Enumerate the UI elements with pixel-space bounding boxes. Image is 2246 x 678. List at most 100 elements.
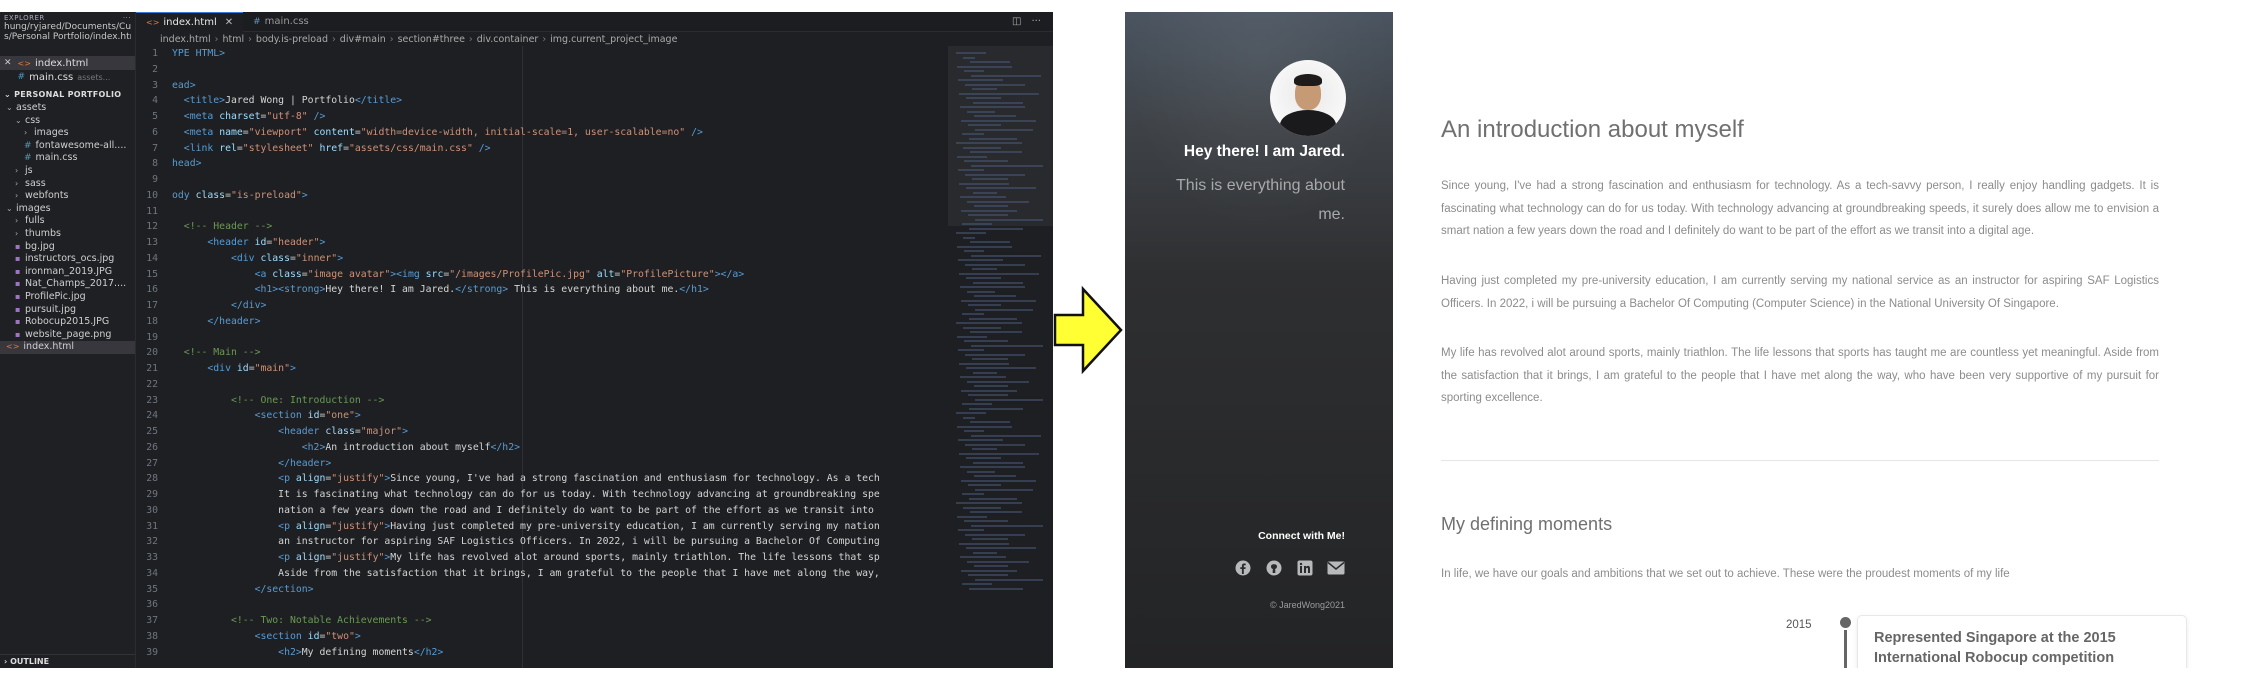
chevron-right-icon: › <box>248 33 252 45</box>
code-line[interactable]: 22 <box>136 377 956 393</box>
code-line[interactable]: 20 <!-- Main --> <box>136 345 956 361</box>
code-token: "is-preload" <box>231 189 302 201</box>
code-line[interactable]: 24 <section id="one"> <box>136 408 956 424</box>
minimap-line <box>958 259 1003 261</box>
more-actions-icon[interactable]: ··· <box>123 14 131 22</box>
code-line[interactable]: 4 <title>Jared Wong | Portfolio</title> <box>136 93 956 109</box>
code-line[interactable]: 39 <h2>My defining moments</h2> <box>136 645 956 661</box>
timeline-card[interactable]: Represented Singapore at the 2015 Intern… <box>1857 615 2187 668</box>
code-line[interactable]: 13 <header id="header"> <box>136 235 956 251</box>
envelope-icon[interactable] <box>1327 559 1345 577</box>
breadcrumb-item[interactable]: section#three <box>398 34 465 45</box>
tree-folder[interactable]: ⌄ assets <box>0 102 135 115</box>
code-line[interactable]: 3 ead> <box>136 78 956 94</box>
code-line[interactable]: 5 <meta charset="utf-8" /> <box>136 109 956 125</box>
line-text: <link rel="stylesheet" href="assets/css/… <box>172 141 491 157</box>
tree-folder[interactable]: › images <box>0 127 135 140</box>
tree-file[interactable]: ▪ Nat_Champs_2017.... <box>0 278 135 291</box>
more-actions-icon[interactable]: ··· <box>1031 16 1041 27</box>
code-line[interactable]: 10 ody class="is-preload"> <box>136 188 956 204</box>
close-tab-icon[interactable]: ✕ <box>225 17 233 28</box>
tree-file[interactable]: ▪ instructors_ocs.jpg <box>0 253 135 266</box>
minimap-line <box>968 124 1001 126</box>
code-line[interactable]: 35 </section> <box>136 582 956 598</box>
code-line[interactable]: 31 <p align="justify">Having just comple… <box>136 519 956 535</box>
tab-main-css[interactable]: # main.css <box>243 12 319 32</box>
code-line[interactable]: 11 <box>136 204 956 220</box>
code-line[interactable]: 16 <h1><strong>Hey there! I am Jared.</s… <box>136 282 956 298</box>
code-line[interactable]: 26 <h2>An introduction about myself</h2> <box>136 440 956 456</box>
tree-file[interactable]: ▪ Robocup2015.JPG <box>0 316 135 329</box>
code-line[interactable]: 7 <link rel="stylesheet" href="assets/cs… <box>136 141 956 157</box>
code-line[interactable]: 15 <a class="image avatar"><img src="/im… <box>136 267 956 283</box>
code-line[interactable]: 28 <p align="justify">Since young, I've … <box>136 471 956 487</box>
code-line[interactable]: 6 <meta name="viewport" content="width=d… <box>136 125 956 141</box>
tree-file[interactable]: ▪ bg.jpg <box>0 241 135 254</box>
breadcrumb-item[interactable]: div#main <box>340 34 386 45</box>
tree-folder[interactable]: › js <box>0 165 135 178</box>
code-line[interactable]: 25 <header class="major"> <box>136 424 956 440</box>
tab-index-html[interactable]: <> index.html ✕ <box>136 12 244 32</box>
minimap[interactable] <box>948 46 1053 668</box>
minimap-viewport[interactable] <box>948 46 1053 226</box>
code-line[interactable]: 36 <box>136 597 956 613</box>
breadcrumb-item[interactable]: index.html <box>160 34 211 45</box>
github-icon[interactable] <box>1265 559 1283 577</box>
connect-label: Connect with Me! <box>1258 530 1345 542</box>
breadcrumb-item[interactable]: div.container <box>477 34 539 45</box>
code-line[interactable]: 17 </div> <box>136 298 956 314</box>
minimap-line <box>974 205 1008 207</box>
code-line[interactable]: 12 <!-- Header --> <box>136 219 956 235</box>
code-line[interactable]: 34 Aside from the satisfaction that it b… <box>136 566 956 582</box>
outline-panel-header[interactable]: › OUTLINE <box>0 654 135 668</box>
tree-file[interactable]: ▪ ironman_2019.JPG <box>0 266 135 279</box>
avatar[interactable] <box>1270 60 1346 136</box>
code-token: id <box>254 237 267 248</box>
code-line[interactable]: 2 <box>136 62 956 78</box>
line-number: 7 <box>152 142 158 154</box>
tree-file[interactable]: <> index.html <box>0 341 135 354</box>
tree-folder[interactable]: ⌄ css <box>0 115 135 128</box>
tree-folder[interactable]: ⌄ images <box>0 203 135 216</box>
line-number: 33 <box>146 552 158 563</box>
code-line[interactable]: 14 <div class="inner"> <box>136 251 956 267</box>
open-editor-item[interactable]: ✕ # main.css assets... <box>0 70 135 84</box>
tree-folder[interactable]: › fulls <box>0 215 135 228</box>
tree-file[interactable]: ▪ pursuit.jpg <box>0 304 135 317</box>
code-line[interactable]: 8 head> <box>136 156 956 172</box>
linkedin-icon[interactable] <box>1296 559 1314 577</box>
split-editor-icon[interactable]: ◫ <box>1012 16 1021 27</box>
tree-file[interactable]: ▪ ProfilePic.jpg <box>0 291 135 304</box>
code-line[interactable]: 29 It is fascinating what technology can… <box>136 487 956 503</box>
tree-file[interactable]: # main.css <box>0 152 135 165</box>
code-line[interactable]: 19 <box>136 330 956 346</box>
code-line[interactable]: 30 nation a few years down the road and … <box>136 503 956 519</box>
minimap-line <box>974 565 1008 567</box>
code-area[interactable]: 1 YPE HTML> 2 3 ead> 4 <title>Jared Wong | Po… <box>136 46 956 668</box>
code-line[interactable]: 23 <!-- One: Introduction --> <box>136 393 956 409</box>
code-line[interactable]: 32 an instructor for aspiring SAF Logist… <box>136 534 956 550</box>
tree-folder[interactable]: › sass <box>0 178 135 191</box>
facebook-icon[interactable] <box>1234 559 1252 577</box>
tree-folder[interactable]: › webfonts <box>0 190 135 203</box>
close-icon[interactable]: ✕ <box>4 58 12 68</box>
tree-file[interactable]: ▪ website_page.png <box>0 329 135 342</box>
breadcrumb-item[interactable]: html <box>222 34 244 45</box>
code-line[interactable]: 33 <p align="justify">My life has revolv… <box>136 550 956 566</box>
code-line[interactable]: 18 </header> <box>136 314 956 330</box>
tree-file[interactable]: # fontawesome-all.... <box>0 140 135 153</box>
code-line[interactable]: 21 <div id="main"> <box>136 361 956 377</box>
minimap-line <box>959 452 1039 455</box>
breadcrumb-item[interactable]: img.current_project_image <box>550 34 677 45</box>
project-folder-title[interactable]: ⌄ PERSONAL PORTFOLIO <box>0 88 135 102</box>
code-line[interactable]: 38 <section id="two"> <box>136 629 956 645</box>
line-text: ody class="is-preload"> <box>172 188 308 204</box>
breadcrumb-item[interactable]: body.is-preload <box>256 34 328 45</box>
code-line[interactable]: 27 </header> <box>136 456 956 472</box>
code-line[interactable]: 9 <box>136 172 956 188</box>
code-line[interactable]: 1 YPE HTML> <box>136 46 956 62</box>
tree-folder[interactable]: › thumbs <box>0 228 135 241</box>
open-editor-item[interactable]: ✕ <> index.html <box>0 56 135 70</box>
code-token: class <box>195 189 226 201</box>
code-line[interactable]: 37 <!-- Two: Notable Achievements --> <box>136 613 956 629</box>
